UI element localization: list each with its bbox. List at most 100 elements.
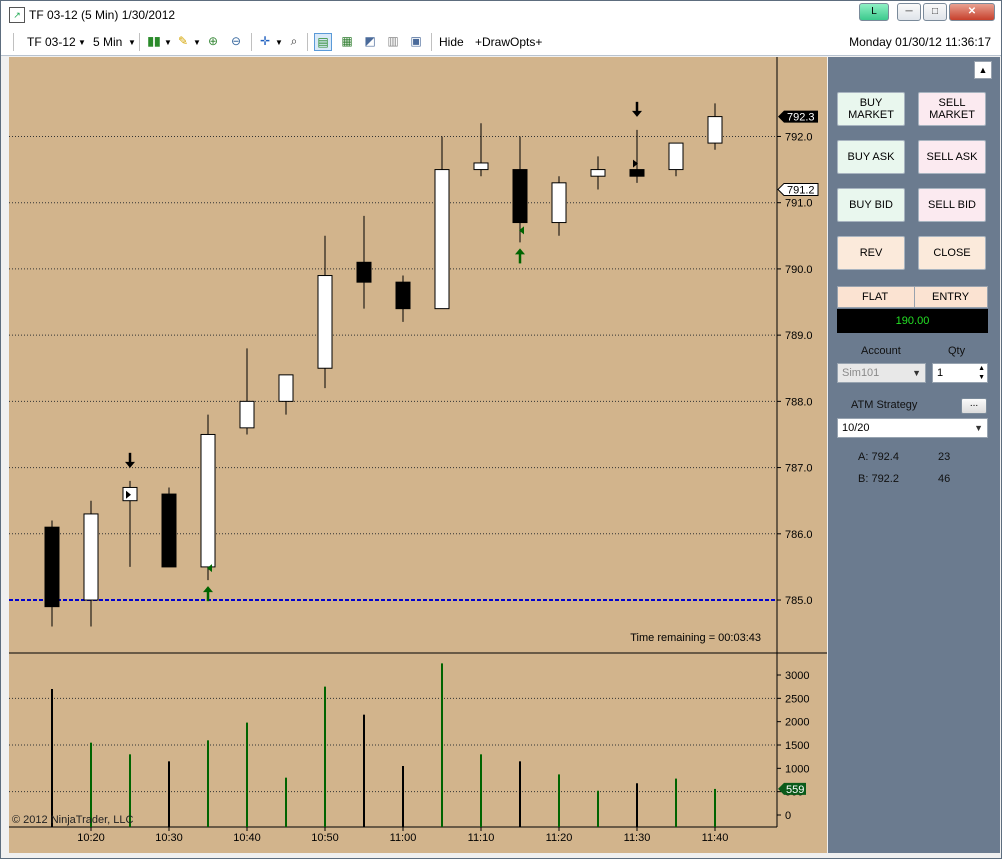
time-axis-labels: 10:20 10:30 10:40 10:50 11:00 11:10 11:2… <box>77 832 728 844</box>
properties-icon[interactable]: ▣ <box>408 33 424 49</box>
ask-size: 23 <box>938 451 951 463</box>
unrealized-pnl: 190.00 <box>837 309 988 333</box>
volume-label: 0 <box>785 810 791 822</box>
interval-dropdown-icon[interactable]: ▼ <box>128 38 136 47</box>
instrument-dropdown-icon[interactable]: ▼ <box>78 38 86 47</box>
candle[interactable] <box>629 169 645 177</box>
atm-strategy-label: ATM Strategy <box>851 399 918 411</box>
time-label: 11:00 <box>390 832 417 844</box>
time-label: 11:10 <box>468 832 495 844</box>
maximize-button[interactable]: □ <box>923 3 947 21</box>
price-axis-labels: 792.0 791.0 790.0 789.0 788.0 787.0 786.… <box>785 131 813 607</box>
instrument-selector[interactable]: TF 03-12 <box>27 35 76 49</box>
candle[interactable] <box>512 169 528 224</box>
candle[interactable] <box>239 400 255 429</box>
account-dropdown[interactable]: Sim101 ▼ <box>837 363 926 383</box>
bid-price-tag-label: 791.2 <box>787 184 815 196</box>
account-value: Sim101 <box>842 367 880 379</box>
price-label: 786.0 <box>785 529 813 541</box>
candle[interactable] <box>590 169 606 177</box>
candle[interactable] <box>395 281 411 310</box>
toolbar-divider <box>307 33 308 51</box>
chart-style-icon[interactable]: ▮▮ <box>146 33 162 49</box>
drawing-dropdown-icon[interactable]: ▼ <box>193 38 201 47</box>
atm-strategy-dropdown[interactable]: 10/20 ▼ <box>837 418 988 438</box>
candle[interactable] <box>551 182 567 224</box>
indicators-icon[interactable]: ◩ <box>362 33 378 49</box>
reverse-button[interactable]: REV <box>837 236 905 270</box>
stepper-arrows-icon[interactable]: ▲ ▼ <box>978 364 985 382</box>
candle[interactable] <box>278 374 294 402</box>
link-button[interactable]: L <box>859 3 889 21</box>
time-label: 10:40 <box>233 832 261 844</box>
price-candles <box>44 103 723 627</box>
buy-bid-button[interactable]: BUY BID <box>837 188 905 222</box>
atm-settings-button[interactable]: ... <box>961 398 987 414</box>
candle[interactable] <box>83 513 99 601</box>
toolbar-divider <box>251 33 252 51</box>
candle[interactable] <box>707 116 723 144</box>
chart-app-icon: ↗ <box>9 7 25 23</box>
qty-label: Qty <box>948 345 966 357</box>
sell-market-button[interactable]: SELL MARKET <box>918 92 986 126</box>
volume-label: 3000 <box>785 670 809 682</box>
price-label: 791.0 <box>785 198 813 210</box>
time-label: 11:20 <box>546 832 573 844</box>
quantity-stepper[interactable]: 1 ▲ ▼ <box>932 363 988 383</box>
candle[interactable] <box>317 275 333 369</box>
grid-lines <box>9 135 781 831</box>
price-label: 790.0 <box>785 264 813 276</box>
strategies-icon[interactable]: ▥ <box>385 33 401 49</box>
candle[interactable] <box>668 142 684 171</box>
position-status: FLAT <box>862 291 889 303</box>
sell-ask-button[interactable]: SELL ASK <box>918 140 986 174</box>
chart-trader-icon[interactable]: ▤ <box>314 33 332 51</box>
minimize-button[interactable]: ─ <box>897 3 921 21</box>
interval-selector[interactable]: 5 Min <box>93 35 122 49</box>
candle[interactable] <box>473 162 489 171</box>
atm-strategy-value: 10/20 <box>842 422 870 434</box>
candle[interactable] <box>356 261 372 283</box>
time-label: 11:40 <box>702 832 729 844</box>
crosshair-icon[interactable]: ✛ <box>257 33 273 49</box>
close-window-button[interactable]: ✕ <box>949 3 995 21</box>
candle[interactable] <box>44 526 60 608</box>
sell-bid-button[interactable]: SELL BID <box>918 188 986 222</box>
copyright: © 2012 NinjaTrader, LLC <box>12 814 133 826</box>
bid-price: B: 792.2 <box>858 473 899 485</box>
toolbar-divider <box>139 33 140 51</box>
volume-tag-label: 559 <box>786 784 804 796</box>
position-header: FLAT ENTRY <box>837 286 988 308</box>
volume-label: 1000 <box>785 763 809 775</box>
candle[interactable] <box>161 493 177 568</box>
candle[interactable] <box>434 169 450 310</box>
time-label: 11:30 <box>624 832 651 844</box>
time-label: 10:50 <box>311 832 339 844</box>
draw-options-button[interactable]: +DrawOpts+ <box>475 35 542 49</box>
candle[interactable] <box>200 433 216 568</box>
collapse-up-icon[interactable]: ▲ <box>974 61 992 79</box>
pencil-icon[interactable]: ✎ <box>175 33 191 49</box>
crosshair-dropdown-icon[interactable]: ▼ <box>275 38 283 47</box>
data-series-icon[interactable]: ▦ <box>339 33 355 49</box>
magnifier-icon[interactable]: ⌕ <box>286 33 302 49</box>
time-label: 10:30 <box>155 832 183 844</box>
zoom-in-icon[interactable]: ⊕ <box>205 33 221 49</box>
last-price-tag-label: 792.3 <box>787 112 815 124</box>
time-remaining: Time remaining = 00:03:43 <box>630 632 761 644</box>
quantity-value: 1 <box>937 367 944 379</box>
account-label: Account <box>861 345 901 357</box>
window-title: TF 03-12 (5 Min) 1/30/2012 <box>29 8 176 22</box>
price-label: 792.0 <box>785 131 813 143</box>
buy-ask-button[interactable]: BUY ASK <box>837 140 905 174</box>
zoom-out-icon[interactable]: ⊖ <box>228 33 244 49</box>
chart-style-dropdown-icon[interactable]: ▼ <box>164 38 172 47</box>
volume-label: 2000 <box>785 717 809 729</box>
close-position-button[interactable]: CLOSE <box>918 236 986 270</box>
ask-price: A: 792.4 <box>858 451 899 463</box>
chart-area[interactable]: 792.0 791.0 790.0 789.0 788.0 787.0 786.… <box>9 57 827 853</box>
datetime-display: Monday 01/30/12 11:36:17 <box>849 35 991 49</box>
price-volume-chart[interactable]: 792.0 791.0 790.0 789.0 788.0 787.0 786.… <box>9 57 827 853</box>
buy-market-button[interactable]: BUY MARKET <box>837 92 905 126</box>
hide-button[interactable]: Hide <box>439 35 464 49</box>
